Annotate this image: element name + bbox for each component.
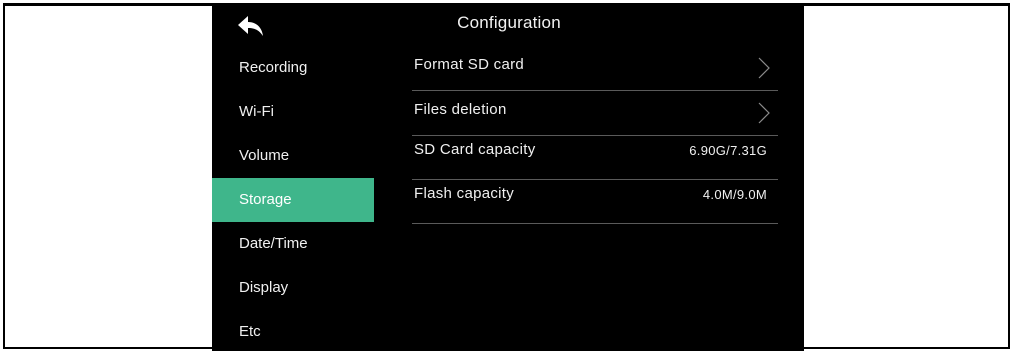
files-deletion-row[interactable]: Files deletion: [412, 91, 778, 136]
sd-card-capacity-value: 6.90G/7.31G: [689, 143, 767, 158]
flash-capacity-value: 4.0M/9.0M: [702, 187, 767, 202]
sidebar-item-recording[interactable]: Recording: [212, 46, 374, 90]
flash-capacity-row: Flash capacity 4.0M/9.0M: [412, 180, 778, 224]
flash-capacity-label: Flash capacity: [414, 185, 515, 202]
files-deletion-label: Files deletion: [414, 101, 507, 118]
sidebar: Recording Wi-Fi Volume Storage Date/Time…: [212, 46, 374, 351]
sidebar-item-display[interactable]: Display: [212, 266, 374, 310]
chevron-right-icon: [758, 57, 770, 79]
sd-card-capacity-label: SD Card capacity: [414, 141, 536, 158]
device-screen: Configuration Recording Wi-Fi Volume Sto…: [212, 5, 804, 351]
sidebar-item-label: Etc: [239, 323, 261, 340]
sidebar-item-datetime[interactable]: Date/Time: [212, 222, 374, 266]
format-sd-card-label: Format SD card: [414, 56, 525, 73]
sidebar-item-storage[interactable]: Storage: [212, 178, 374, 222]
sd-card-capacity-row: SD Card capacity 6.90G/7.31G: [412, 136, 778, 180]
sidebar-item-label: Storage: [239, 191, 292, 208]
chevron-right-icon: [758, 102, 770, 124]
format-sd-card-row[interactable]: Format SD card: [412, 46, 778, 91]
sidebar-item-etc[interactable]: Etc: [212, 310, 374, 351]
storage-panel: Format SD card Files deletion SD Card ca…: [412, 46, 778, 224]
sidebar-item-wifi[interactable]: Wi-Fi: [212, 90, 374, 134]
sidebar-item-label: Recording: [239, 59, 308, 76]
sidebar-item-label: Volume: [239, 147, 290, 164]
sidebar-item-label: Wi-Fi: [239, 103, 274, 120]
page-title: Configuration: [457, 13, 561, 32]
sidebar-item-label: Date/Time: [239, 235, 308, 252]
sidebar-item-volume[interactable]: Volume: [212, 134, 374, 178]
sidebar-item-label: Display: [239, 279, 289, 296]
